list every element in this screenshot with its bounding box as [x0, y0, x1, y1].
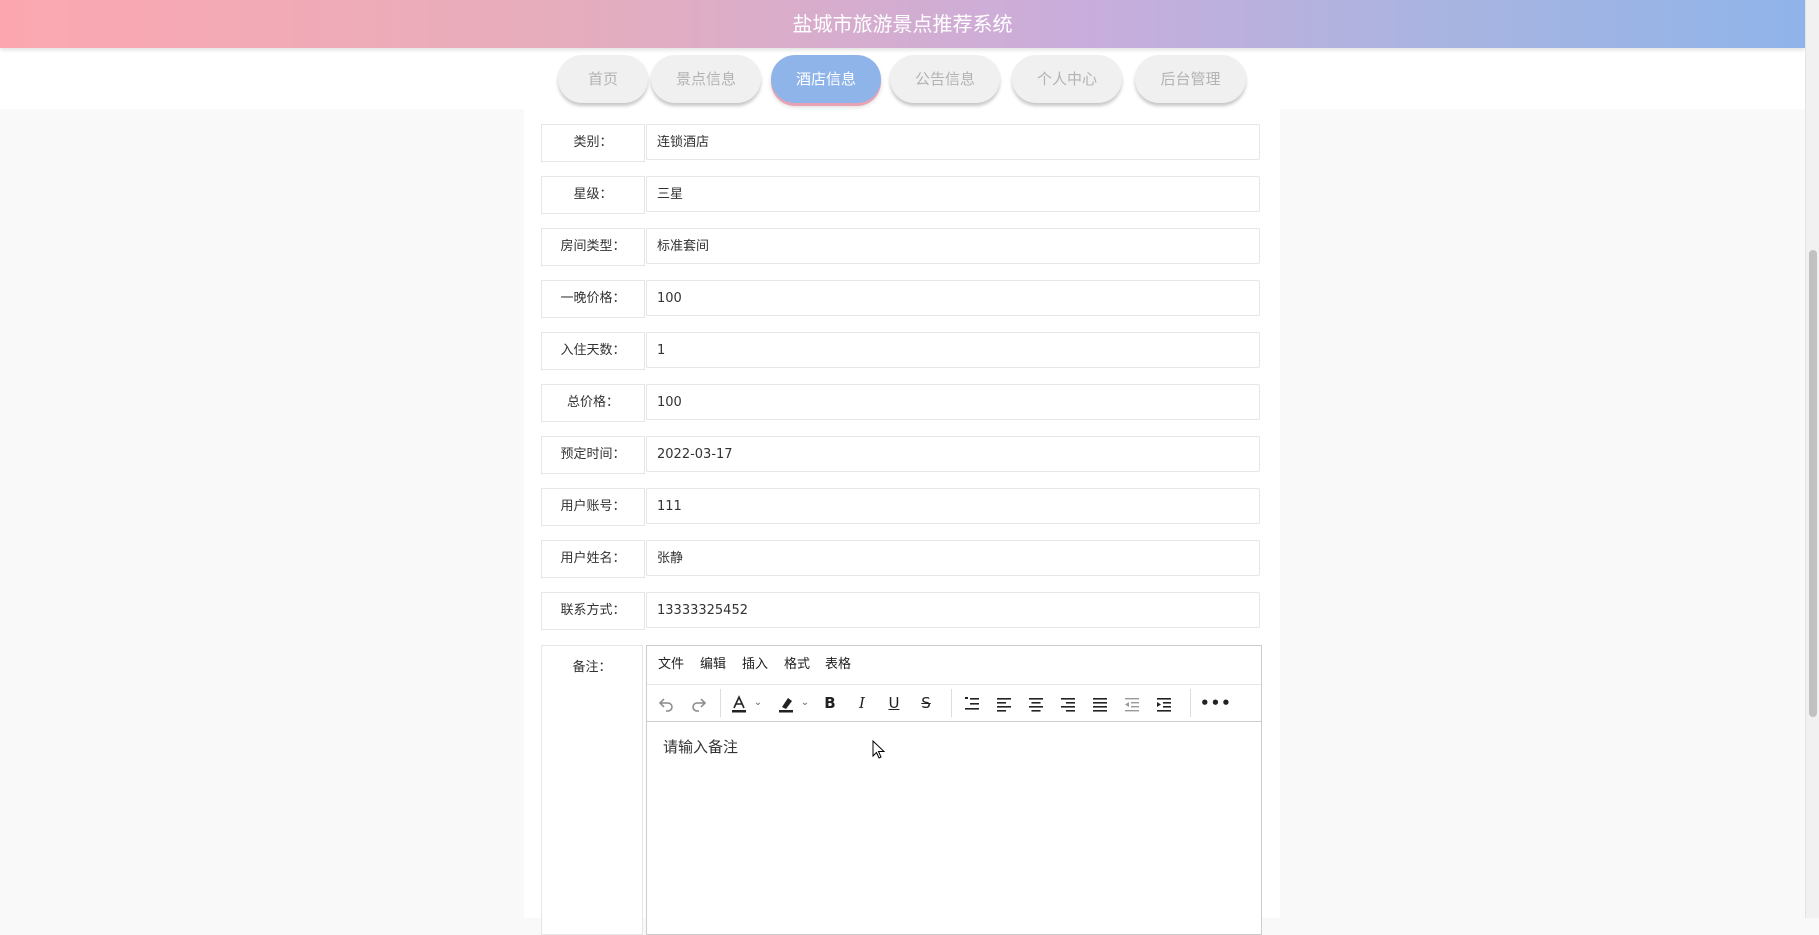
form-row-nightly-price: 一晚价格： 100 [541, 280, 1262, 318]
form-row-star-level: 星级： 三星 [541, 176, 1262, 214]
contact-field[interactable]: 13333325452 [646, 592, 1260, 628]
chevron-down-icon[interactable]: ⌄ [751, 691, 765, 715]
more-icon[interactable]: ••• [1200, 691, 1231, 715]
mouse-cursor-icon [872, 739, 886, 764]
align-justify-icon[interactable] [1088, 691, 1112, 715]
form-row-user-account: 用户账号： 111 [541, 488, 1262, 526]
field-label: 类别： [541, 124, 645, 162]
bold-icon[interactable]: B [818, 691, 842, 715]
form-row-room-type: 房间类型： 标准套间 [541, 228, 1262, 266]
menu-edit[interactable]: 编辑 [700, 646, 726, 684]
strikethrough-icon[interactable]: S [914, 691, 938, 715]
field-label: 一晚价格： [541, 280, 645, 318]
field-label: 联系方式： [541, 592, 645, 630]
nav-hotel-info[interactable]: 酒店信息 [771, 55, 881, 103]
stay-days-field[interactable]: 1 [646, 332, 1260, 368]
menu-table[interactable]: 表格 [825, 646, 851, 684]
field-label: 用户账号： [541, 488, 645, 526]
app-header: 盐城市旅游景点推荐系统 [0, 0, 1805, 48]
editor-toolbar: ⌄ ⌄ B I U S ••• [647, 685, 1261, 722]
align-left-icon[interactable] [992, 691, 1016, 715]
note-label: 备注： [541, 645, 643, 935]
user-name-field[interactable]: 张静 [646, 540, 1260, 576]
chevron-down-icon[interactable]: ⌄ [798, 691, 812, 715]
menu-insert[interactable]: 插入 [742, 646, 768, 684]
app-title: 盐城市旅游景点推荐系统 [792, 12, 1013, 36]
toolbar-divider [951, 689, 952, 717]
form-row-total-price: 总价格： 100 [541, 384, 1262, 422]
field-label: 房间类型： [541, 228, 645, 266]
nav-home[interactable]: 首页 [558, 55, 648, 103]
italic-icon[interactable]: I [850, 691, 874, 715]
user-account-field[interactable]: 111 [646, 488, 1260, 524]
category-field[interactable]: 连锁酒店 [646, 124, 1260, 160]
field-label: 星级： [541, 176, 645, 214]
nav-scenic-info[interactable]: 景点信息 [651, 55, 761, 103]
nav-notice-info[interactable]: 公告信息 [890, 55, 1000, 103]
field-label: 入住天数： [541, 332, 645, 370]
align-right-icon[interactable] [1056, 691, 1080, 715]
form-row-stay-days: 入住天数： 1 [541, 332, 1262, 370]
top-nav: 首页 景点信息 酒店信息 公告信息 个人中心 后台管理 [0, 48, 1805, 109]
scrollbar-thumb[interactable] [1809, 250, 1817, 717]
field-label: 预定时间： [541, 436, 645, 474]
editor-menubar: 文件 编辑 插入 格式 表格 [647, 646, 1261, 685]
form-row-booking-date: 预定时间： 2022-03-17 [541, 436, 1262, 474]
nav-admin[interactable]: 后台管理 [1135, 55, 1246, 103]
booking-date-field[interactable]: 2022-03-17 [646, 436, 1260, 472]
page-scrollbar[interactable] [1805, 0, 1819, 918]
form-row-category: 类别： 连锁酒店 [541, 124, 1262, 162]
nightly-price-field[interactable]: 100 [646, 280, 1260, 316]
redo-icon[interactable] [687, 691, 711, 715]
underline-icon[interactable]: U [882, 691, 906, 715]
menu-file[interactable]: 文件 [658, 646, 684, 684]
field-label: 用户姓名： [541, 540, 645, 578]
nav-personal-center[interactable]: 个人中心 [1012, 55, 1122, 103]
form-row-user-name: 用户姓名： 张静 [541, 540, 1262, 578]
room-type-field[interactable]: 标准套间 [646, 228, 1260, 264]
align-center-icon[interactable] [1024, 691, 1048, 715]
rich-text-editor: 文件 编辑 插入 格式 表格 ⌄ ⌄ B I U S ••• 请输入备注 [646, 645, 1262, 935]
undo-icon[interactable] [654, 691, 678, 715]
form-row-contact: 联系方式： 13333325452 [541, 592, 1262, 630]
note-editor-area[interactable]: 请输入备注 [647, 722, 1261, 771]
total-price-field[interactable]: 100 [646, 384, 1260, 420]
text-color-icon[interactable] [727, 691, 751, 715]
menu-format[interactable]: 格式 [784, 646, 810, 684]
toolbar-divider [720, 689, 721, 717]
highlight-icon[interactable] [774, 691, 798, 715]
outdent-icon[interactable] [1120, 691, 1144, 715]
form-panel: 类别： 连锁酒店 星级： 三星 房间类型： 标准套间 一晚价格： 100 入住天… [524, 109, 1280, 935]
field-label: 总价格： [541, 384, 645, 422]
star-level-field[interactable]: 三星 [646, 176, 1260, 212]
indent-icon[interactable] [1152, 691, 1176, 715]
line-height-icon[interactable] [960, 691, 984, 715]
toolbar-divider [1190, 689, 1191, 717]
